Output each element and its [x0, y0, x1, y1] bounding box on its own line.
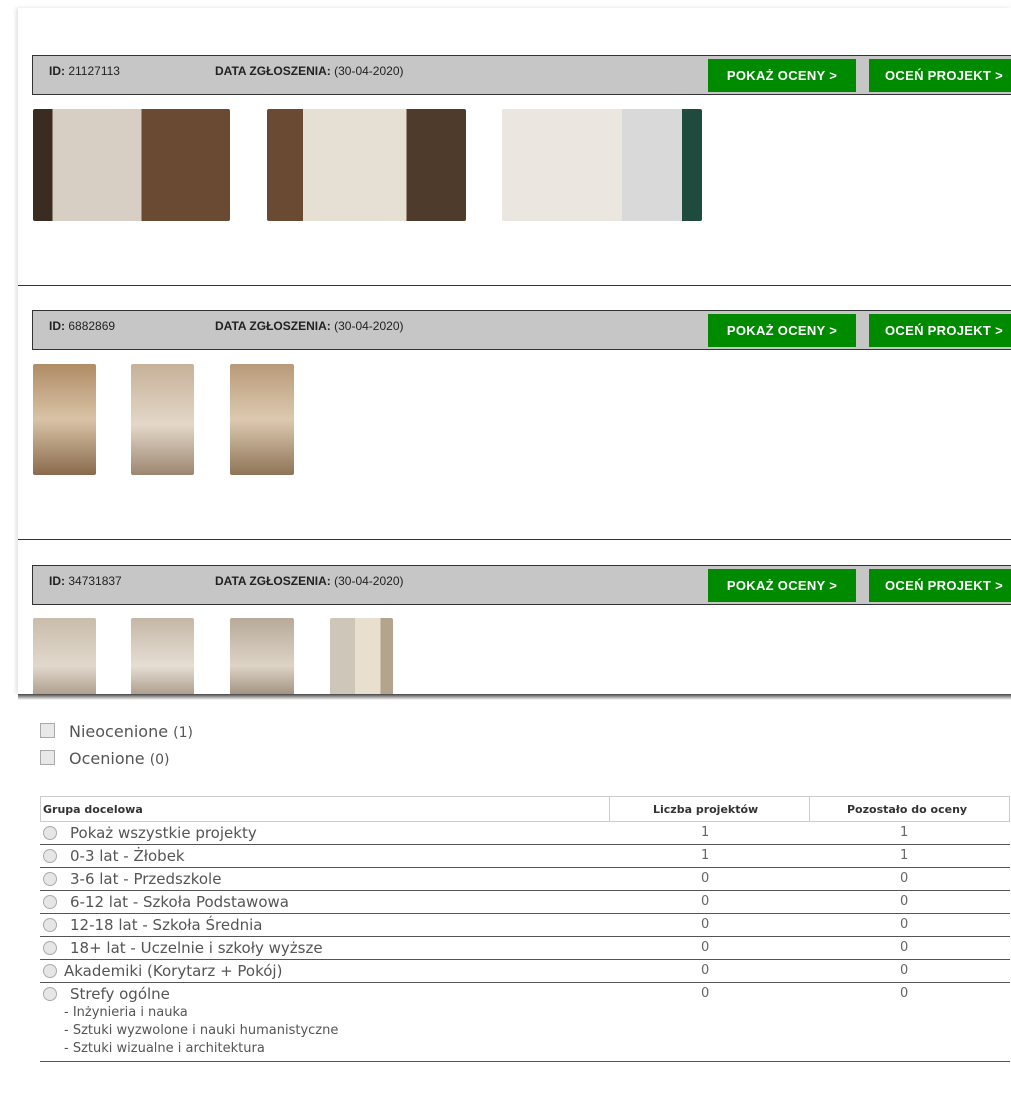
checkbox[interactable]: [40, 723, 55, 738]
target-group-table: Grupa docelowa Liczba projektów Pozostał…: [40, 796, 1010, 1062]
rate-project-button[interactable]: OCEŃ PROJEKT >: [869, 59, 1011, 92]
project-thumbnail[interactable]: [502, 109, 702, 221]
project-thumbnail[interactable]: [230, 364, 294, 475]
divider: [18, 539, 1011, 540]
table-row[interactable]: Strefy ogólne 0 0 - Inżynieria i nauka -…: [40, 983, 1010, 1062]
submission-date: DATA ZGŁOSZENIA: (30-04-2020): [215, 64, 404, 78]
project-thumbnail[interactable]: [230, 618, 294, 694]
project-thumbnail[interactable]: [131, 364, 194, 475]
column-header-remaining: Pozostało do oceny: [847, 803, 968, 816]
filter-rated[interactable]: Ocenione (0): [40, 749, 170, 768]
project-thumbnail[interactable]: [33, 618, 96, 694]
show-ratings-button[interactable]: POKAŻ OCENY >: [708, 59, 856, 92]
show-ratings-button[interactable]: POKAŻ OCENY >: [708, 569, 856, 602]
show-ratings-button[interactable]: POKAŻ OCENY >: [708, 314, 856, 347]
table-row[interactable]: Akademiki (Korytarz + Pokój) 0 0: [40, 960, 1010, 983]
table-row[interactable]: 18+ lat - Uczelnie i szkoły wyższe 0 0: [40, 937, 1010, 960]
submission-date: DATA ZGŁOSZENIA: (30-04-2020): [215, 319, 404, 333]
table-row[interactable]: 6-12 lat - Szkoła Podstawowa 0 0: [40, 891, 1010, 914]
project-header-bar: ID: 6882869 DATA ZGŁOSZENIA: (30-04-2020…: [32, 310, 1011, 350]
radio-button[interactable]: [43, 826, 57, 840]
filter-unrated[interactable]: Nieocenione (1): [40, 722, 193, 741]
table-row[interactable]: 0-3 lat - Żłobek 1 1: [40, 845, 1010, 868]
project-thumbnail[interactable]: [267, 109, 466, 221]
project-thumbnail[interactable]: [33, 109, 230, 221]
project-thumbnail[interactable]: [131, 618, 194, 694]
subcategory-list: - Inżynieria i nauka - Sztuki wyzwolone …: [64, 1005, 339, 1056]
project-id: ID: 6882869: [49, 319, 116, 333]
project-thumbnail[interactable]: [330, 618, 393, 694]
radio-button[interactable]: [43, 918, 57, 932]
radio-button[interactable]: [43, 849, 57, 863]
radio-button[interactable]: [43, 872, 57, 886]
radio-button[interactable]: [43, 941, 57, 955]
project-list: ID: 21127113 DATA ZGŁOSZENIA: (30-04-202…: [18, 8, 1011, 694]
table-header: Grupa docelowa Liczba projektów Pozostał…: [40, 796, 1010, 822]
project-id: ID: 34731837: [49, 574, 122, 588]
submission-date: DATA ZGŁOSZENIA: (30-04-2020): [215, 574, 404, 588]
column-header-group: Grupa docelowa: [43, 803, 143, 816]
radio-button[interactable]: [43, 895, 57, 909]
radio-button[interactable]: [43, 987, 57, 1001]
column-header-projects: Liczba projektów: [653, 803, 759, 816]
project-id: ID: 21127113: [49, 64, 120, 78]
radio-button[interactable]: [43, 964, 57, 978]
rate-project-button[interactable]: OCEŃ PROJEKT >: [869, 314, 1011, 347]
checkbox[interactable]: [40, 750, 55, 765]
divider: [18, 285, 1011, 286]
project-header-bar: ID: 21127113 DATA ZGŁOSZENIA: (30-04-202…: [32, 55, 1011, 95]
table-row[interactable]: 3-6 lat - Przedszkole 0 0: [40, 868, 1010, 891]
filter-panel: Nieocenione (1) Ocenione (0) Grupa docel…: [18, 694, 1011, 1100]
rate-project-button[interactable]: OCEŃ PROJEKT >: [869, 569, 1011, 602]
project-thumbnail[interactable]: [33, 364, 96, 475]
table-row[interactable]: 12-18 lat - Szkoła Średnia 0 0: [40, 914, 1010, 937]
table-row[interactable]: Pokaż wszystkie projekty 1 1: [40, 822, 1010, 845]
project-header-bar: ID: 34731837 DATA ZGŁOSZENIA: (30-04-202…: [32, 565, 1011, 605]
